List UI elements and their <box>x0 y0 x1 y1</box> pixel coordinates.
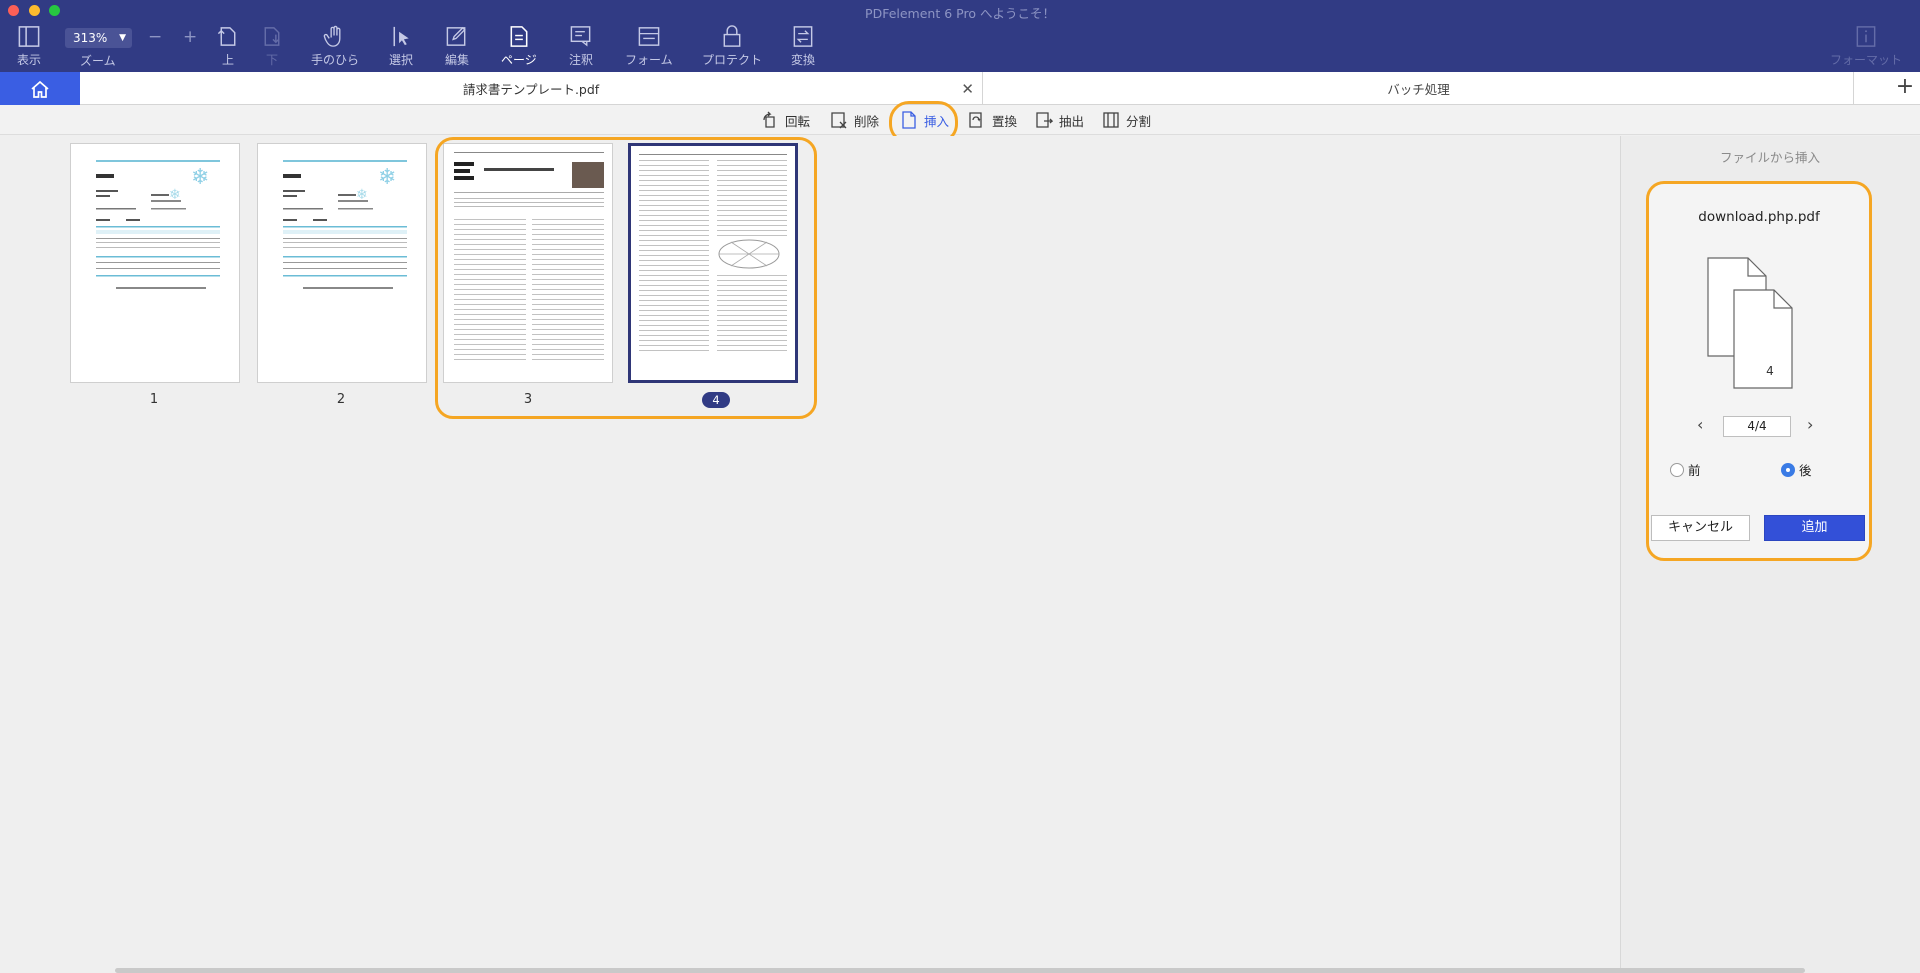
after-radio[interactable] <box>1781 462 1795 477</box>
view-button[interactable]: 表示 <box>16 24 42 68</box>
page-up-icon <box>217 27 236 46</box>
down-label: 下 <box>265 53 278 67</box>
edit-tool-button[interactable]: 編集 <box>444 24 470 68</box>
tab-document[interactable]: 請求書テンプレート.pdf ✕ <box>80 72 983 105</box>
extract-label: 抽出 <box>1059 113 1085 129</box>
position-before-option[interactable]: 前 <box>1670 460 1701 479</box>
edit-label: 編集 <box>444 53 469 67</box>
page-label: ページ <box>501 53 537 67</box>
sidebar-icon <box>18 26 40 47</box>
delete-label: 削除 <box>854 113 880 129</box>
comment-tool-button[interactable]: 注釈 <box>568 24 594 68</box>
convert-tool-button[interactable]: 変換 <box>790 24 816 68</box>
file-preview-icon <box>1707 257 1793 389</box>
protect-tool-button[interactable]: プロテクト <box>702 24 762 68</box>
page-up-button[interactable]: 上 <box>215 24 241 68</box>
zoom-in-button[interactable]: + <box>183 27 197 47</box>
page-thumbnail-2[interactable]: ❄ ❄ <box>257 143 427 383</box>
rotate-button[interactable]: 回転 <box>761 109 810 131</box>
chevron-down-icon: ▼ <box>119 33 126 43</box>
convert-icon <box>793 26 813 47</box>
select-tool-button[interactable]: 選択 <box>388 24 414 68</box>
format-label: フォーマット <box>1830 53 1903 67</box>
split-icon <box>1103 112 1119 128</box>
replace-label: 置換 <box>992 113 1018 129</box>
add-button[interactable]: 追加 <box>1764 515 1865 541</box>
tab-batch-label: バッチ処理 <box>1387 82 1450 97</box>
edit-icon <box>446 26 466 46</box>
format-panel-button[interactable]: フォーマット <box>1830 24 1902 68</box>
after-label: 後 <box>1799 463 1812 478</box>
window-title: PDFelement 6 Pro へようこそ！ <box>865 6 1055 21</box>
info-icon <box>1856 26 1876 47</box>
comment-icon <box>570 26 591 47</box>
tab-batch[interactable]: バッチ処理 <box>984 72 1854 105</box>
page-tool-button[interactable]: ページ <box>501 24 537 68</box>
hand-tool-button[interactable]: 手のひら <box>311 24 359 68</box>
page-thumbnail-1[interactable]: ❄ ❄ <box>70 143 240 383</box>
convert-label: 変換 <box>790 53 815 67</box>
zoom-value: 313% <box>73 31 108 45</box>
tab-document-label: 請求書テンプレート.pdf <box>462 82 600 97</box>
lock-icon <box>723 25 741 47</box>
hand-icon <box>323 25 341 47</box>
zoom-out-button[interactable]: − <box>148 27 162 47</box>
chevron-left-icon[interactable]: ‹ <box>1697 415 1703 434</box>
rotate-label: 回転 <box>785 113 811 129</box>
main-toolbar: PDFelement 6 Pro へようこそ！ 表示 313% ▼ ズーム − … <box>0 0 1920 72</box>
insert-file-name: download.php.pdf <box>1698 209 1820 225</box>
replace-button[interactable]: 置換 <box>968 109 1017 131</box>
page-number-2: 2 <box>336 392 346 407</box>
delete-button[interactable]: 削除 <box>830 109 879 131</box>
view-label: 表示 <box>16 53 41 67</box>
rotate-icon <box>763 111 775 128</box>
before-radio[interactable] <box>1670 462 1684 477</box>
cancel-button[interactable]: キャンセル <box>1651 515 1750 541</box>
page-number-input[interactable]: 4/4 <box>1723 416 1791 437</box>
page-tools-bar: 回転 削除 挿入 置換 抽出 分割 <box>0 105 1920 135</box>
invoice-page-preview: ❄ ❄ <box>283 160 407 289</box>
inserted-pages-highlight <box>435 137 817 419</box>
zoom-select[interactable]: 313% ▼ <box>65 28 132 48</box>
split-button[interactable]: 分割 <box>1102 109 1151 131</box>
home-icon <box>31 80 49 98</box>
home-tab[interactable] <box>0 72 80 105</box>
page-number-1: 1 <box>149 392 159 407</box>
form-label: フォーム <box>625 53 673 67</box>
select-label: 選択 <box>388 53 413 67</box>
extract-icon <box>1036 112 1053 128</box>
protect-label: プロテクト <box>702 53 763 67</box>
zoom-label: ズーム <box>80 54 116 68</box>
up-label: 上 <box>221 53 234 67</box>
hand-label: 手のひら <box>311 53 360 67</box>
preview-page-number: 4 <box>1766 364 1774 378</box>
page-down-button[interactable]: 下 <box>259 24 285 68</box>
chevron-right-icon[interactable]: › <box>1807 415 1813 434</box>
before-label: 前 <box>1688 463 1701 478</box>
horizontal-scrollbar[interactable] <box>115 968 1805 973</box>
page-down-icon <box>264 27 280 46</box>
close-icon[interactable]: ✕ <box>961 80 974 98</box>
extract-button[interactable]: 抽出 <box>1035 109 1084 131</box>
form-tool-button[interactable]: フォーム <box>625 24 673 68</box>
invoice-page-preview: ❄ ❄ <box>96 160 220 289</box>
document-tabs: 請求書テンプレート.pdf ✕ バッチ処理 + <box>0 72 1920 105</box>
new-tab-button[interactable]: + <box>1890 72 1920 105</box>
page-icon <box>510 26 528 47</box>
cursor-icon <box>393 26 409 47</box>
form-icon <box>638 27 660 46</box>
delete-page-icon <box>831 112 847 129</box>
replace-icon <box>969 112 982 128</box>
split-label: 分割 <box>1126 113 1152 129</box>
svg-text:❄: ❄ <box>191 165 209 190</box>
svg-text:❄: ❄ <box>378 165 396 190</box>
insert-panel-title: ファイルから挿入 <box>1719 150 1820 165</box>
comment-label: 注釈 <box>568 53 593 67</box>
position-after-option[interactable]: 後 <box>1781 460 1812 479</box>
